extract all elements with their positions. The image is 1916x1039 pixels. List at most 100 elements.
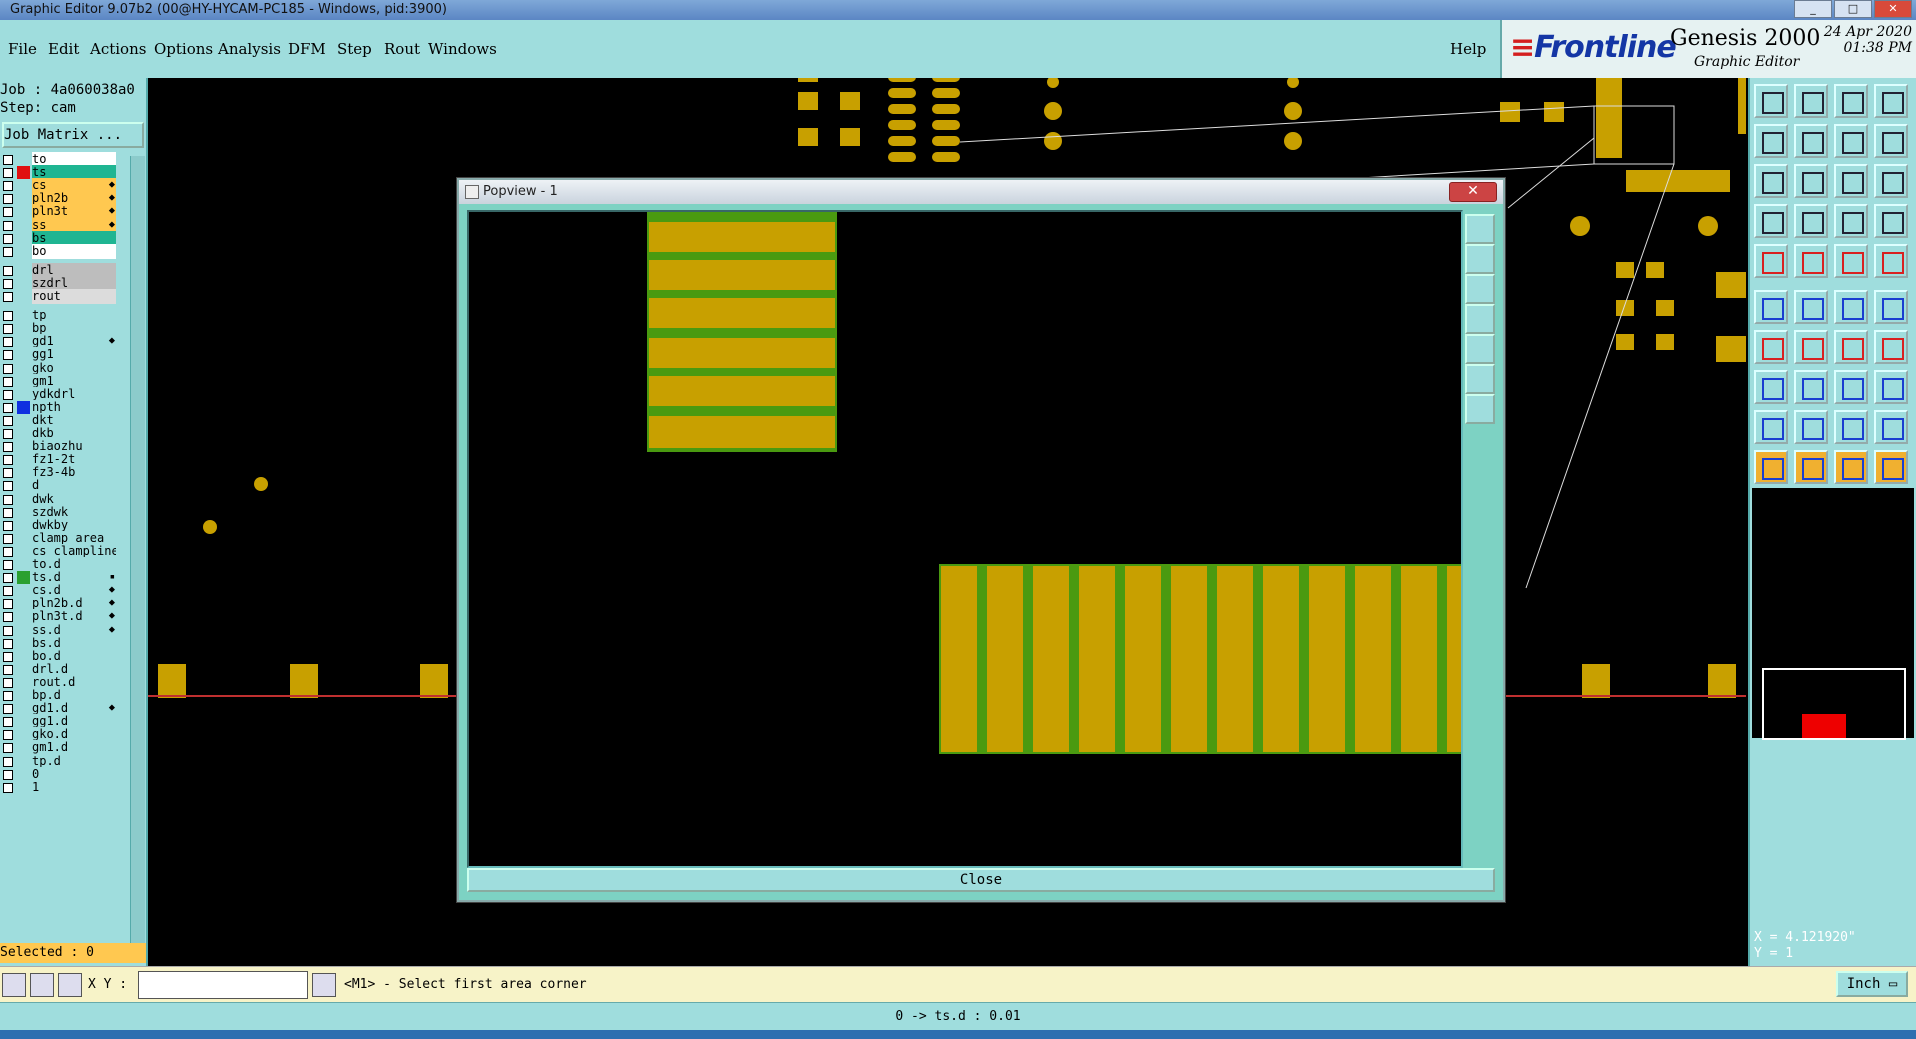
select-arrow-icon[interactable] [1794, 450, 1828, 484]
layer-checkbox[interactable] [3, 181, 13, 192]
xy-input[interactable] [138, 971, 308, 999]
layer-checkbox[interactable] [3, 717, 13, 728]
text-a2-icon[interactable] [1834, 410, 1868, 444]
grid-icon[interactable] [58, 973, 82, 997]
popview-close-button[interactable]: Close [467, 868, 1495, 892]
select-circle-icon[interactable] [1834, 450, 1868, 484]
copy-feature-icon[interactable] [1794, 84, 1828, 118]
pause-icon[interactable] [312, 973, 336, 997]
mirror-icon[interactable] [1834, 124, 1868, 158]
layer-checkbox[interactable] [3, 586, 13, 597]
layer-checkbox[interactable] [3, 402, 13, 413]
layer-list-scrollbar[interactable] [130, 156, 145, 946]
circle-select-icon[interactable] [1754, 244, 1788, 278]
text-a-icon[interactable] [1794, 410, 1828, 444]
menu-step[interactable]: Step [337, 40, 372, 58]
layer-checkbox[interactable] [3, 376, 13, 387]
layer-checkbox[interactable] [3, 507, 13, 518]
align-icon[interactable] [1834, 370, 1868, 404]
pan-icon[interactable] [1794, 164, 1828, 198]
maximize-button[interactable]: □ [1834, 0, 1872, 18]
add-feature-icon[interactable] [1754, 84, 1788, 118]
layer-checkbox[interactable] [3, 442, 13, 453]
layer-checkbox[interactable] [3, 292, 13, 302]
pointer-icon[interactable] [1754, 450, 1788, 484]
layer-checkbox[interactable] [3, 455, 13, 466]
layer-checkbox[interactable] [3, 468, 13, 479]
window-icon[interactable] [1874, 84, 1908, 118]
layer-checkbox[interactable] [3, 664, 13, 675]
menu-help[interactable]: Help [1450, 40, 1486, 58]
snap-icon[interactable] [2, 973, 26, 997]
layer-checkbox[interactable] [3, 265, 13, 276]
layer-checkbox[interactable] [3, 337, 13, 348]
select-hand-icon[interactable] [1874, 450, 1908, 484]
minus-icon[interactable] [1794, 370, 1828, 404]
layer-checkbox[interactable] [3, 677, 13, 688]
layer-checkbox[interactable] [3, 782, 13, 793]
close-window-button[interactable]: ✕ [1874, 0, 1912, 18]
menu-file[interactable]: File [8, 40, 37, 58]
layer-checkbox[interactable] [3, 769, 13, 780]
menu-actions[interactable]: Actions [90, 40, 146, 58]
job-matrix-button[interactable]: Job Matrix ... [2, 122, 144, 148]
text-a3-icon[interactable] [1874, 410, 1908, 444]
arc-icon[interactable] [1834, 330, 1868, 364]
layer-checkbox[interactable] [3, 233, 13, 244]
query-icon[interactable] [1874, 164, 1908, 198]
layer-checkbox[interactable] [3, 194, 13, 205]
layer-checkbox[interactable] [3, 389, 13, 400]
slash-icon[interactable] [1794, 330, 1828, 364]
layer-checkbox[interactable] [3, 363, 13, 374]
measure-icon[interactable] [30, 973, 54, 997]
layer-checkbox[interactable] [3, 638, 13, 649]
layer-checkbox[interactable] [3, 743, 13, 754]
line-icon[interactable] [1794, 244, 1828, 278]
layer-checkbox[interactable] [3, 599, 13, 610]
popview-title-bar[interactable]: Popview - 1 ✕ [459, 180, 1503, 204]
popview-pan-up-icon[interactable] [1465, 244, 1495, 274]
layer-checkbox[interactable] [3, 533, 13, 544]
layer-checkbox[interactable] [3, 155, 13, 165]
layer-checkbox[interactable] [3, 494, 13, 505]
layer-checkbox[interactable] [3, 246, 13, 257]
minimize-button[interactable]: _ [1794, 0, 1832, 18]
layer-checkbox[interactable] [3, 520, 13, 531]
layer-checkbox[interactable] [3, 546, 13, 557]
popview-close-icon[interactable]: ✕ [1449, 182, 1497, 202]
layer-checkbox[interactable] [3, 691, 13, 701]
layer-checkbox[interactable] [3, 573, 13, 584]
layer-checkbox[interactable] [3, 730, 13, 741]
overview-minimap[interactable] [1762, 668, 1906, 740]
menu-rout[interactable]: Rout [384, 40, 420, 58]
connect-icon[interactable] [1754, 290, 1788, 324]
arrow-icon[interactable] [1874, 290, 1908, 324]
move-out-icon[interactable] [1794, 124, 1828, 158]
grid-display-icon[interactable] [1794, 204, 1828, 238]
layer-checkbox[interactable] [3, 278, 13, 289]
triangle-icon[interactable] [1754, 410, 1788, 444]
popview-pan-down-icon[interactable] [1465, 274, 1495, 304]
menu-dfm[interactable]: DFM [288, 40, 326, 58]
layer-checkbox[interactable] [3, 220, 13, 231]
popview-pan-right-icon[interactable] [1465, 334, 1495, 364]
menu-options[interactable]: Options [154, 40, 213, 58]
layer-checkbox[interactable] [3, 704, 13, 715]
popview-zoom-in-icon[interactable] [1465, 364, 1495, 394]
layer-checkbox[interactable] [3, 168, 13, 179]
layer-row[interactable]: rout [0, 289, 118, 304]
fill-icon[interactable] [1874, 330, 1908, 364]
move-in-icon[interactable] [1754, 124, 1788, 158]
popview-canvas[interactable] [467, 210, 1463, 868]
menu-edit[interactable]: Edit [48, 40, 79, 58]
layer-checkbox[interactable] [3, 625, 13, 636]
net-icon[interactable] [1834, 204, 1868, 238]
hole-icon[interactable] [1874, 244, 1908, 278]
layer-checkbox[interactable] [3, 612, 13, 623]
layer-checkbox[interactable] [3, 429, 13, 439]
scale-icon[interactable] [1834, 164, 1868, 198]
layer-checkbox[interactable] [3, 481, 13, 492]
menu-analysis[interactable]: Analysis [218, 40, 281, 58]
angle-icon[interactable] [1754, 330, 1788, 364]
menu-windows[interactable]: Windows [428, 40, 497, 58]
